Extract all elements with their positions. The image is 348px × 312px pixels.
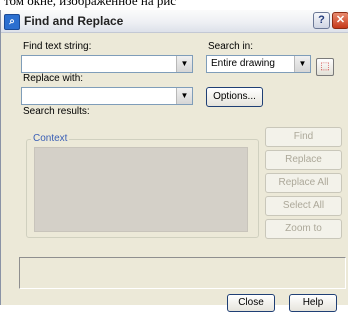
search-in-label: Search in: bbox=[208, 41, 254, 52]
select-all-button[interactable]: Select All bbox=[265, 196, 342, 216]
replace-with-label: Replace with: bbox=[23, 73, 84, 84]
find-text-label: Find text string: bbox=[23, 41, 92, 52]
search-in-value: Entire drawing bbox=[211, 58, 275, 69]
find-replace-icon: ⌕ bbox=[4, 14, 20, 30]
page-caption-text: том окне, изображенное на рис bbox=[4, 0, 177, 8]
close-title-button[interactable]: ✕ bbox=[332, 12, 348, 29]
close-button[interactable]: Close bbox=[227, 294, 275, 312]
dialog-title: Find and Replace bbox=[24, 14, 124, 28]
find-replace-dialog: ⌕ Find and Replace ? ✕ Find text string:… bbox=[0, 10, 348, 312]
options-button-label: Options... bbox=[213, 91, 256, 102]
options-button[interactable]: Options... bbox=[206, 87, 263, 107]
search-results-label: Search results: bbox=[23, 106, 90, 117]
chevron-down-icon[interactable]: ▼ bbox=[176, 88, 192, 104]
context-results-area[interactable] bbox=[34, 147, 248, 232]
select-objects-icon[interactable]: ⬚ bbox=[316, 58, 334, 76]
chevron-down-icon[interactable]: ▼ bbox=[294, 56, 310, 72]
find-button[interactable]: Find bbox=[265, 127, 342, 147]
status-area bbox=[19, 257, 346, 289]
zoom-to-button[interactable]: Zoom to bbox=[265, 219, 342, 239]
help-title-button[interactable]: ? bbox=[313, 12, 330, 29]
find-text-combo[interactable]: ▼ bbox=[21, 55, 193, 73]
search-in-select[interactable]: Entire drawing ▼ bbox=[206, 55, 311, 73]
title-bar[interactable]: ⌕ Find and Replace ? ✕ bbox=[1, 10, 348, 33]
replace-with-combo[interactable]: ▼ bbox=[21, 87, 193, 105]
help-button[interactable]: Help bbox=[289, 294, 337, 312]
context-group-title: Context bbox=[31, 133, 70, 144]
replace-all-button[interactable]: Replace All bbox=[265, 173, 342, 193]
replace-button[interactable]: Replace bbox=[265, 150, 342, 170]
chevron-down-icon[interactable]: ▼ bbox=[176, 56, 192, 72]
